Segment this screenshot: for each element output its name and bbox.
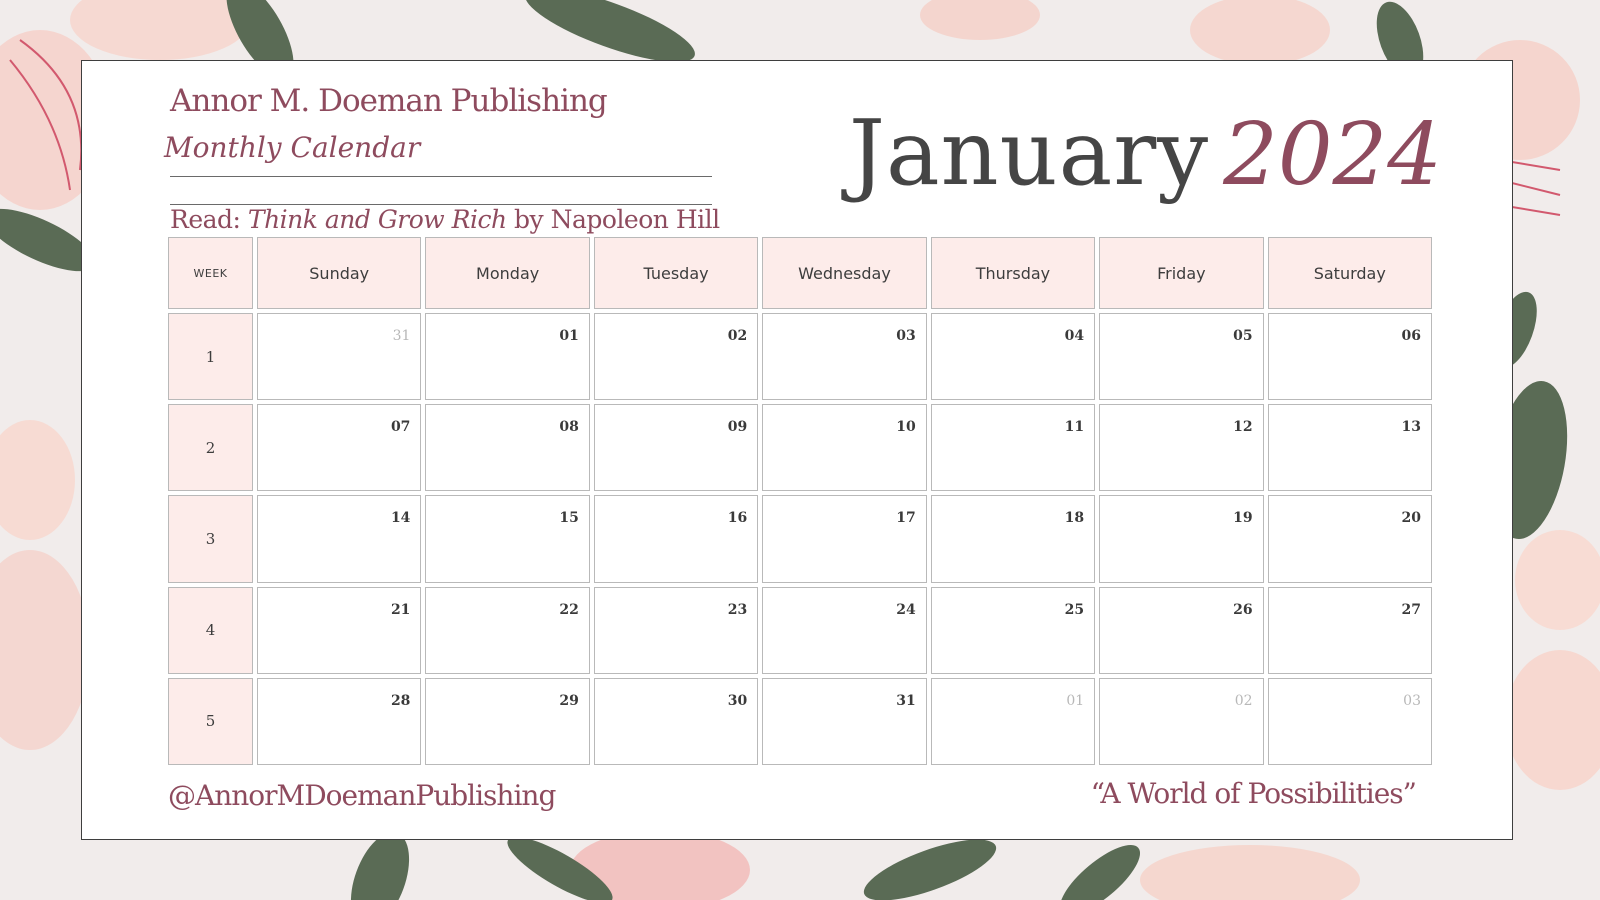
day-cell[interactable]: 30 [593, 677, 759, 765]
social-handle: @AnnorMDoemanPublishing [168, 779, 556, 812]
day-cell[interactable]: 13 [1267, 404, 1432, 492]
day-number: 09 [727, 419, 748, 436]
day-header-sunday: Sunday [257, 237, 422, 309]
day-header-saturday: Saturday [1267, 237, 1432, 309]
day-cell[interactable]: 28 [257, 677, 422, 765]
day-cell[interactable]: 01 [930, 677, 1096, 765]
day-cell[interactable]: 03 [762, 313, 927, 401]
week-column-header: WEEK [168, 237, 253, 309]
day-number: 08 [559, 419, 579, 436]
day-cell[interactable]: 17 [762, 495, 927, 583]
tagline: “A World of Possibilities” [1090, 777, 1417, 810]
day-cell[interactable]: 09 [593, 404, 759, 492]
day-number: 02 [1234, 692, 1253, 709]
day-cell[interactable]: 27 [1267, 586, 1432, 674]
day-number: 24 [896, 601, 916, 618]
day-cell[interactable]: 20 [1267, 495, 1432, 583]
day-number: 03 [896, 328, 916, 344]
day-number: 25 [1064, 601, 1085, 618]
day-number: 01 [1066, 692, 1085, 709]
day-cell[interactable]: 11 [930, 404, 1096, 492]
day-cell[interactable]: 19 [1099, 495, 1264, 583]
day-cell[interactable]: 02 [593, 313, 759, 401]
day-cell[interactable]: 23 [593, 586, 759, 674]
day-cell[interactable]: 10 [762, 404, 927, 492]
day-number: 12 [1233, 419, 1253, 436]
day-number: 28 [390, 692, 411, 709]
day-number: 07 [390, 419, 411, 436]
day-number: 06 [1401, 328, 1421, 344]
publisher-name: Annor M. Doeman Publishing [170, 83, 608, 119]
day-header-friday: Friday [1099, 237, 1264, 309]
month-name: January [848, 101, 1210, 206]
week-number: 1 [168, 313, 253, 401]
day-number: 16 [727, 510, 748, 527]
day-cell[interactable]: 08 [425, 404, 590, 492]
day-number: 20 [1401, 510, 1421, 527]
day-cell[interactable]: 14 [257, 495, 422, 583]
day-cell[interactable]: 02 [1099, 677, 1264, 765]
day-number: 17 [896, 510, 916, 527]
day-cell[interactable]: 29 [425, 677, 590, 765]
day-number: 01 [559, 328, 579, 344]
day-number: 30 [727, 692, 748, 709]
day-header-monday: Monday [425, 237, 590, 309]
calendar-card: Annor M. Doeman Publishing Monthly Calen… [81, 60, 1513, 840]
day-cell[interactable]: 26 [1099, 586, 1264, 674]
day-cell[interactable]: 25 [930, 586, 1096, 674]
day-number: 19 [1233, 510, 1253, 527]
day-cell[interactable]: 07 [257, 404, 422, 492]
calendar-subtitle: Monthly Calendar [164, 131, 421, 164]
day-cell[interactable]: 03 [1267, 677, 1432, 765]
day-header-wednesday: Wednesday [762, 237, 927, 309]
day-cell[interactable]: 05 [1099, 313, 1264, 401]
day-number: 11 [1064, 419, 1085, 436]
day-header-tuesday: Tuesday [593, 237, 759, 309]
day-number: 21 [390, 601, 411, 618]
year: 2024 [1223, 105, 1442, 205]
week-number: 4 [168, 586, 253, 674]
day-header-thursday: Thursday [930, 237, 1096, 309]
day-cell[interactable]: 04 [930, 313, 1096, 401]
day-number: 10 [896, 419, 916, 436]
week-number: 3 [168, 495, 253, 583]
day-number: 03 [1403, 692, 1421, 709]
day-cell[interactable]: 22 [425, 586, 590, 674]
day-number: 04 [1064, 328, 1085, 344]
day-number: 26 [1233, 601, 1253, 618]
day-number: 31 [392, 328, 411, 344]
day-number: 18 [1064, 510, 1085, 527]
day-number: 14 [390, 510, 411, 527]
day-cell[interactable]: 24 [762, 586, 927, 674]
day-number: 05 [1233, 328, 1253, 344]
day-number: 31 [896, 692, 916, 709]
day-cell[interactable]: 06 [1267, 313, 1432, 401]
calendar-grid: WEEK Sunday Monday Tuesday Wednesday Thursday… [168, 237, 1432, 765]
week-number: 5 [168, 677, 253, 765]
book-title: Think and Grow Rich [247, 205, 507, 234]
divider [170, 176, 712, 177]
day-cell[interactable]: 15 [425, 495, 590, 583]
day-cell[interactable]: 31 [762, 677, 927, 765]
day-cell[interactable]: 12 [1099, 404, 1264, 492]
day-cell[interactable]: 31 [257, 313, 422, 401]
day-number: 13 [1401, 419, 1421, 436]
day-cell[interactable]: 16 [593, 495, 759, 583]
day-number: 02 [727, 328, 748, 344]
day-number: 15 [559, 510, 579, 527]
day-number: 27 [1401, 601, 1421, 618]
month-title: January 2024 [849, 109, 1442, 199]
book-author: by Napoleon Hill [514, 205, 720, 234]
read-prefix: Read: [170, 205, 241, 234]
day-number: 29 [559, 692, 579, 709]
day-cell[interactable]: 21 [257, 586, 422, 674]
calendar-page: Annor M. Doeman Publishing Monthly Calen… [0, 0, 1600, 900]
day-cell[interactable]: 18 [930, 495, 1096, 583]
day-number: 22 [559, 601, 579, 618]
reading-note: Read: Think and Grow Rich by Napoleon Hi… [170, 205, 720, 234]
day-number: 23 [727, 601, 748, 618]
day-cell[interactable]: 01 [425, 313, 590, 401]
week-number: 2 [168, 404, 253, 492]
